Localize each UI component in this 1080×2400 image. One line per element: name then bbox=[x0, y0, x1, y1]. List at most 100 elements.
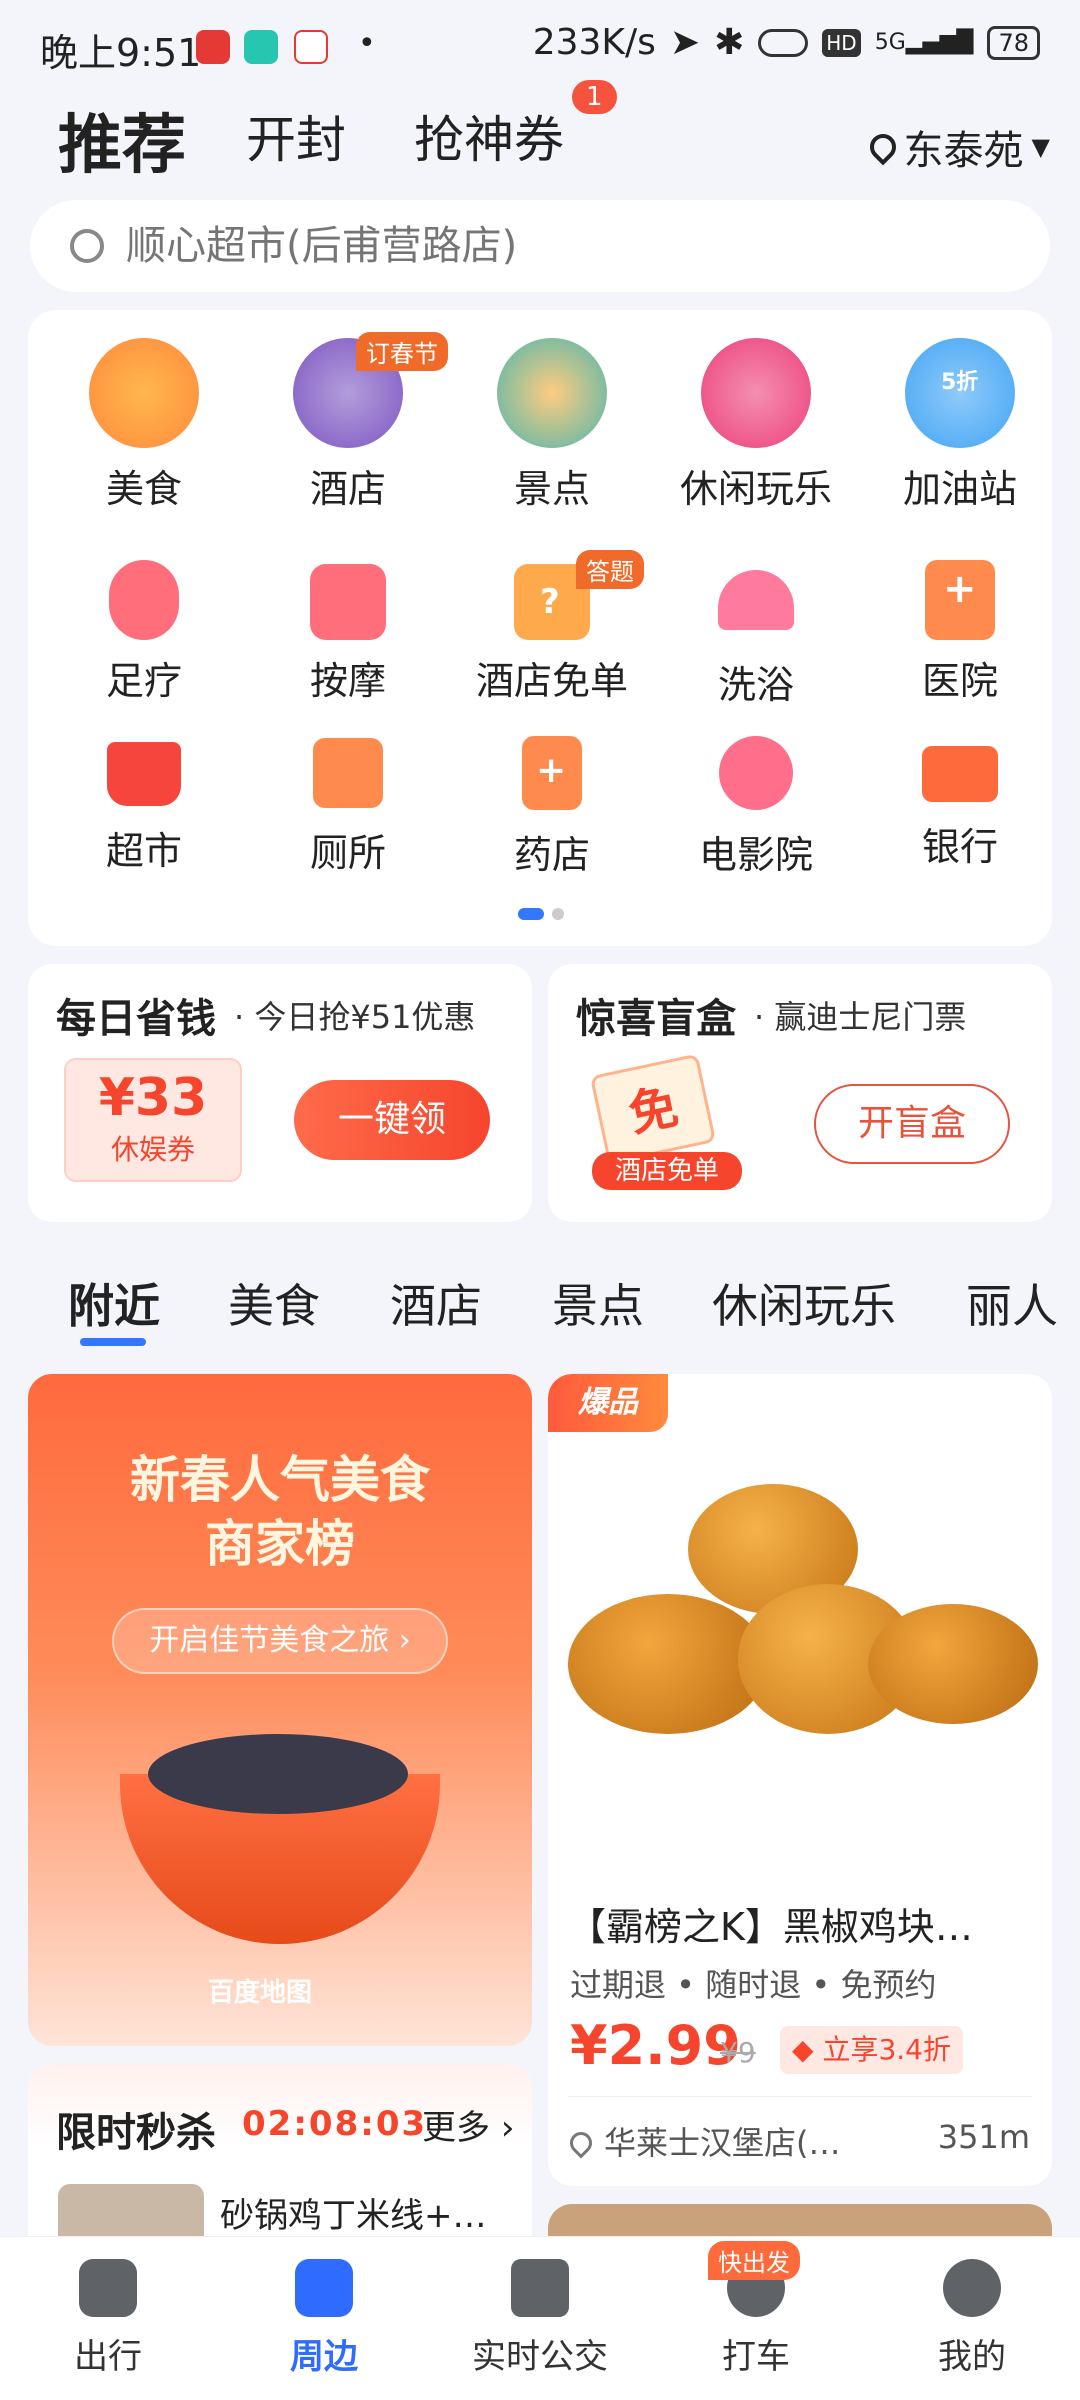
nav-profile[interactable]: 我的 bbox=[864, 2237, 1080, 2400]
daily-savings-card[interactable]: 每日省钱 · 今日抢¥51优惠 ¥33 休娱券 一键领 bbox=[28, 964, 532, 1222]
tab-hotel[interactable]: 酒店 bbox=[390, 1270, 482, 1336]
bottom-nav: 出行 周边 实时公交 快出发 打车 我的 bbox=[0, 2236, 1080, 2400]
coupon-amount: ¥33 bbox=[98, 1068, 208, 1128]
nav-label: 实时公交 bbox=[472, 2337, 608, 2377]
banner-title-2: 商家榜 bbox=[205, 1515, 355, 1573]
box-title: 惊喜盲盒 bbox=[576, 996, 736, 1042]
location-selector[interactable]: 东泰苑 ▼ bbox=[864, 118, 1050, 176]
grid-item-massage[interactable]: 按摩 bbox=[246, 550, 450, 705]
more-link[interactable]: 更多 › bbox=[422, 2100, 514, 2149]
chevron-down-icon: ▼ bbox=[1031, 133, 1050, 161]
grid-label: 酒店免单 bbox=[475, 659, 628, 703]
coupon-ticket: ¥33 休娱券 bbox=[64, 1058, 242, 1182]
coupon-badge: 1 bbox=[572, 80, 617, 114]
navigation-app-icon bbox=[244, 30, 278, 64]
search-input[interactable] bbox=[126, 223, 1026, 269]
page-dot-active bbox=[518, 908, 544, 920]
tab-scenic[interactable]: 景点 bbox=[552, 1270, 644, 1336]
tab-nearby[interactable]: 附近 bbox=[68, 1270, 160, 1336]
nav-label: 打车 bbox=[722, 2337, 790, 2377]
discount-label: 立享3.4折 bbox=[822, 2033, 951, 2066]
countdown-timer: 02:08:03 bbox=[242, 2104, 428, 2144]
question-mark: ? bbox=[540, 582, 560, 622]
box-subtitle: · 赢迪士尼门票 bbox=[754, 998, 967, 1036]
baidu-map-logo: 百度地图 bbox=[208, 1978, 313, 2008]
grid-item-food[interactable]: 美食 bbox=[42, 338, 246, 513]
hot-item-tag: 爆品 bbox=[548, 1374, 668, 1432]
grid-item-bath[interactable]: 洗浴 bbox=[654, 550, 858, 709]
grid-item-foot-massage[interactable]: 足疗 bbox=[42, 550, 246, 705]
grid-item-scenic[interactable]: 景点 bbox=[450, 338, 654, 513]
grid-item-gas[interactable]: 5折 加油站 bbox=[858, 338, 1062, 513]
tab-coupons[interactable]: 抢神券 bbox=[414, 100, 564, 172]
page-dot bbox=[552, 908, 564, 920]
original-price: ¥9 bbox=[720, 2036, 756, 2069]
grid-label: 厕所 bbox=[309, 831, 386, 875]
nav-nearby[interactable]: 周边 bbox=[216, 2237, 432, 2400]
nav-travel[interactable]: 出行 bbox=[0, 2237, 216, 2400]
location-name: 东泰苑 bbox=[903, 128, 1024, 174]
tab-kaifeng[interactable]: 开封 bbox=[246, 100, 346, 172]
open-box-button[interactable]: 开盲盒 bbox=[814, 1084, 1010, 1164]
daily-title: 每日省钱 bbox=[56, 996, 216, 1042]
grid-label: 按摩 bbox=[309, 659, 386, 703]
banner-title-1: 新春人气美食 bbox=[130, 1451, 430, 1509]
bank-card-icon bbox=[922, 746, 998, 802]
price-tag-icon: ◆ bbox=[792, 2033, 814, 2066]
grid-item-hotel[interactable]: 订春节 酒店 bbox=[246, 332, 450, 513]
grid-label: 超市 bbox=[105, 829, 182, 873]
pavilion-icon bbox=[497, 338, 607, 448]
grid-label: 药店 bbox=[513, 833, 590, 877]
food-ranking-banner[interactable]: 新春人气美食 商家榜 开启佳节美食之旅 › 百度地图 bbox=[28, 1374, 532, 2046]
pharmacy-icon: + bbox=[522, 736, 582, 810]
chicken-nuggets-image bbox=[568, 1484, 1038, 1764]
travel-icon bbox=[79, 2259, 137, 2317]
claim-button[interactable]: 一键领 bbox=[294, 1080, 490, 1160]
hospital-icon: + bbox=[925, 560, 995, 640]
tab-recommend[interactable]: 推荐 bbox=[58, 94, 186, 186]
grid-label: 洗浴 bbox=[717, 663, 794, 707]
product-card[interactable]: 爆品 【霸榜之K】黑椒鸡块… 过期退 • 随时退 • 免预约 ¥2.99 ¥9 … bbox=[548, 1374, 1052, 2186]
signal-label: 5G bbox=[874, 30, 906, 55]
grid-item-bank[interactable]: 银行 bbox=[858, 728, 1062, 871]
grid-label: 银行 bbox=[921, 825, 998, 869]
grid-item-hotel-free[interactable]: ? 答题 酒店免单 bbox=[450, 550, 654, 705]
daily-subtitle: · 今日抢¥51优惠 bbox=[234, 998, 476, 1036]
grid-item-pharmacy[interactable]: + 药店 bbox=[450, 728, 654, 879]
location-arrow-icon: ➤ bbox=[669, 22, 701, 63]
baidu-map-icon bbox=[294, 30, 328, 64]
grid-label: 医院 bbox=[921, 659, 998, 703]
shopping-bag-icon bbox=[295, 2259, 353, 2317]
cart-icon bbox=[107, 742, 181, 806]
tab-beauty[interactable]: 丽人 bbox=[966, 1270, 1080, 1336]
nav-taxi[interactable]: 快出发 打车 bbox=[648, 2237, 864, 2400]
foot-icon bbox=[109, 560, 179, 640]
gamepad-icon bbox=[701, 338, 811, 448]
nav-label: 我的 bbox=[938, 2337, 1006, 2377]
nav-bus[interactable]: 实时公交 bbox=[432, 2237, 648, 2400]
film-reel-icon bbox=[719, 736, 793, 810]
grid-item-cinema[interactable]: 电影院 bbox=[654, 728, 858, 879]
nav-label: 周边 bbox=[290, 2337, 358, 2377]
active-tab-indicator bbox=[80, 1338, 146, 1346]
roast-chicken-icon bbox=[89, 338, 199, 448]
banner-cta[interactable]: 开启佳节美食之旅 › bbox=[112, 1608, 448, 1674]
tab-leisure[interactable]: 休闲玩乐 bbox=[712, 1270, 896, 1336]
grid-item-toilet[interactable]: 厕所 bbox=[246, 728, 450, 877]
page-indicator bbox=[518, 908, 564, 920]
grid-label: 电影院 bbox=[698, 833, 813, 877]
grid-item-leisure[interactable]: 休闲玩乐 bbox=[654, 338, 858, 513]
mussels-image bbox=[148, 1734, 408, 1814]
grid-label: 酒店 bbox=[309, 467, 386, 511]
grid-label: 足疗 bbox=[105, 659, 182, 703]
grid-item-hospital[interactable]: + 医院 bbox=[858, 550, 1062, 705]
profile-face-icon bbox=[943, 2259, 1001, 2317]
blind-box-card[interactable]: 惊喜盲盒 · 赢迪士尼门票 免 酒店免单 开盲盒 bbox=[548, 964, 1052, 1222]
grid-item-supermarket[interactable]: 超市 bbox=[42, 728, 246, 875]
bus-stop-icon bbox=[511, 2259, 569, 2317]
battery-icon: 78 bbox=[987, 25, 1040, 60]
status-time: 晚上9:51 bbox=[40, 31, 202, 75]
massage-icon bbox=[310, 564, 386, 640]
tab-food[interactable]: 美食 bbox=[228, 1270, 320, 1336]
search-bar[interactable] bbox=[30, 200, 1050, 292]
